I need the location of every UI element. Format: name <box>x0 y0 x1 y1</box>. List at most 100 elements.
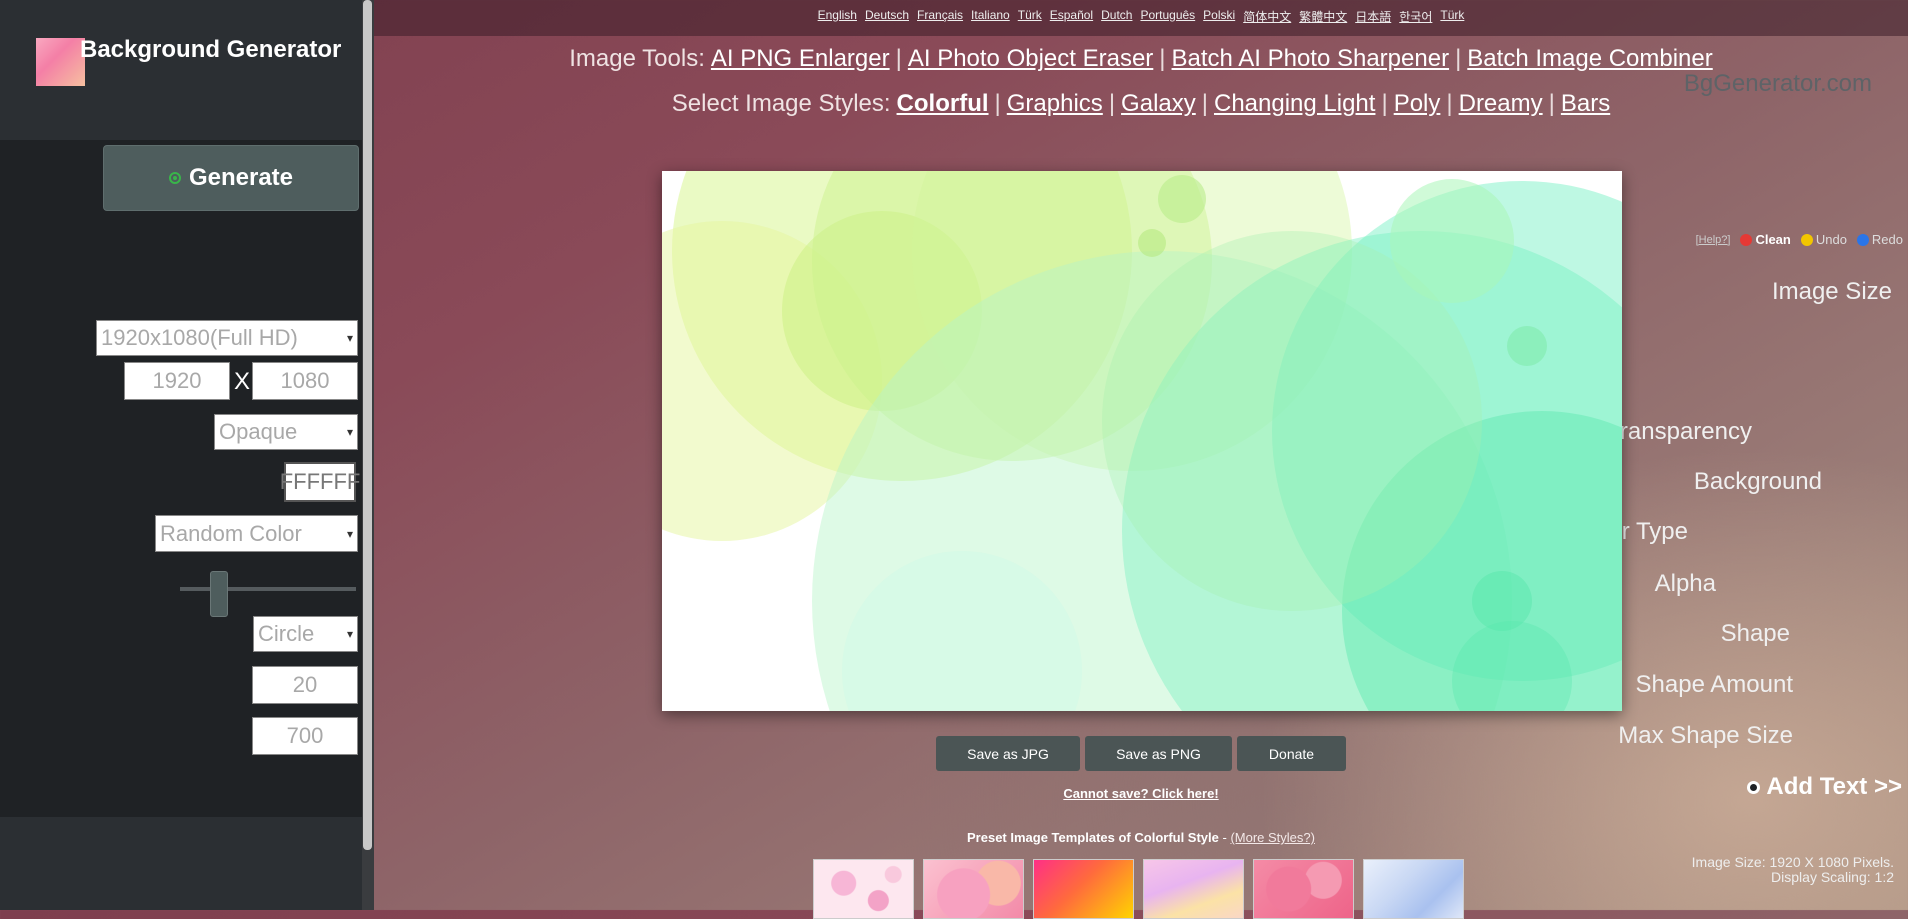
chevron-down-icon: ▾ <box>346 425 353 439</box>
link-separator: | <box>994 90 1001 117</box>
preset-thumbnail[interactable] <box>1033 859 1134 919</box>
tool-link-png-enlarger[interactable]: AI PNG Enlarger <box>711 45 890 73</box>
style-link-changing-light[interactable]: Changing Light <box>1214 90 1375 118</box>
preset-thumbnails <box>813 859 1464 919</box>
shape-select[interactable]: Circle ▾ <box>253 616 358 652</box>
height-input[interactable]: 1080 <box>252 362 358 400</box>
cannot-save-link[interactable]: Cannot save? Click here! <box>374 786 1908 801</box>
help-link[interactable]: [Help?] <box>1696 234 1731 246</box>
preset-thumbnail[interactable] <box>1253 859 1354 919</box>
link-separator: | <box>1159 45 1166 72</box>
image-styles-label: Select Image Styles: <box>671 90 891 117</box>
transparency-label: Transparency <box>1606 418 1752 445</box>
language-links: English Deutsch Français Italiano Türk E… <box>374 8 1908 25</box>
donate-button[interactable]: Donate <box>1237 736 1346 771</box>
alpha-label: Alpha <box>1654 570 1716 597</box>
tool-link-photo-sharpener[interactable]: Batch AI Photo Sharpener <box>1172 45 1450 73</box>
footer-image-size: Image Size: 1920 X 1080 Pixels. <box>1691 854 1894 870</box>
clean-icon <box>1740 233 1753 246</box>
language-link[interactable]: 한국어 <box>1399 8 1432 25</box>
sidebar-scroll-thumb[interactable] <box>363 0 372 850</box>
image-tools-label: Image Tools: <box>569 45 705 72</box>
link-separator: | <box>895 45 902 72</box>
language-link[interactable]: Italiano <box>971 8 1010 25</box>
image-size-value: 1920x1080(Full HD) <box>101 325 298 350</box>
generate-button[interactable]: Generate <box>103 145 359 211</box>
language-link[interactable]: 日本語 <box>1355 8 1391 25</box>
link-separator: | <box>1455 45 1462 72</box>
chevron-down-icon: ▾ <box>346 526 353 541</box>
link-separator: | <box>1201 90 1208 117</box>
more-styles-link[interactable]: (More Styles?) <box>1230 830 1315 845</box>
transparency-select[interactable]: Opaque ▾ <box>214 414 358 450</box>
style-link-bars[interactable]: Bars <box>1561 90 1610 118</box>
transparency-value: Opaque <box>219 419 298 444</box>
background-color-input[interactable]: FFFFFF <box>280 462 360 502</box>
style-link-colorful[interactable]: Colorful <box>897 90 989 118</box>
size-separator: X <box>234 368 251 395</box>
generated-image-canvas[interactable] <box>662 171 1622 711</box>
preset-thumbnail[interactable] <box>1143 859 1244 919</box>
sidebar-footer <box>0 817 362 910</box>
language-link[interactable]: Deutsch <box>865 8 909 25</box>
edit-actions: [Help?] Clean Undo Redo <box>1696 232 1903 247</box>
link-separator: | <box>1548 90 1555 117</box>
save-actions: Save as JPG Save as PNG Donate <box>374 736 1908 771</box>
style-link-dreamy[interactable]: Dreamy <box>1459 90 1543 118</box>
chevron-down-icon: ▾ <box>346 331 353 345</box>
style-link-galaxy[interactable]: Galaxy <box>1121 90 1196 118</box>
language-link[interactable]: Dutch <box>1101 8 1132 25</box>
alpha-slider-handle[interactable] <box>210 571 228 617</box>
shape-amount-label: Shape Amount <box>1635 671 1793 698</box>
preset-thumbnail[interactable] <box>813 859 914 919</box>
preset-thumbnail[interactable] <box>1363 859 1464 919</box>
brand-title[interactable]: Background Generator <box>80 36 341 64</box>
language-link[interactable]: Türk <box>1440 8 1464 25</box>
shape-amount-input[interactable]: 20 <box>252 666 358 704</box>
generated-image <box>662 171 1622 711</box>
tool-link-image-combiner[interactable]: Batch Image Combiner <box>1467 45 1712 73</box>
image-tools-row: Image Tools: AI PNG Enlarger | AI Photo … <box>374 45 1908 73</box>
link-separator: | <box>1108 90 1116 117</box>
clean-label: Clean <box>1755 232 1791 247</box>
undo-button[interactable]: Undo <box>1800 232 1847 247</box>
color-type-select[interactable]: Random Color ▾ <box>155 515 358 552</box>
width-input[interactable]: 1920 <box>124 362 230 400</box>
footer-display-scaling: Display Scaling: 1:2 <box>1771 869 1894 885</box>
save-png-button[interactable]: Save as PNG <box>1085 736 1232 771</box>
tool-link-object-eraser[interactable]: AI Photo Object Eraser <box>908 45 1153 73</box>
language-link[interactable]: Español <box>1050 8 1093 25</box>
language-link[interactable]: Português <box>1140 8 1195 25</box>
link-separator: | <box>1381 90 1388 117</box>
max-shape-size-input[interactable]: 700 <box>252 717 358 755</box>
style-link-graphics[interactable]: Graphics <box>1007 90 1103 118</box>
language-link[interactable]: English <box>818 8 857 25</box>
language-link[interactable]: 繁體中文 <box>1299 8 1347 25</box>
redo-button[interactable]: Redo <box>1856 232 1903 247</box>
color-type-value: Random Color <box>160 520 302 546</box>
generate-icon <box>168 172 181 184</box>
alpha-slider-track[interactable] <box>180 587 356 591</box>
language-link[interactable]: 简体中文 <box>1243 8 1291 25</box>
style-link-poly[interactable]: Poly <box>1394 90 1441 118</box>
shape-value: Circle <box>258 621 315 646</box>
image-size-label: Image Size <box>1771 278 1892 305</box>
language-link[interactable]: Français <box>917 8 963 25</box>
image-size-select[interactable]: 1920x1080(Full HD) ▾ <box>96 320 358 356</box>
language-link[interactable]: Türk <box>1018 8 1042 25</box>
preset-templates-heading: Preset Image Templates of Colorful Style… <box>374 830 1908 845</box>
clean-button[interactable]: Clean <box>1740 232 1791 247</box>
undo-label: Undo <box>1815 232 1847 247</box>
background-label: Background <box>1693 468 1822 495</box>
redo-icon <box>1856 233 1869 246</box>
preset-title: Preset Image Templates of Colorful Style <box>967 830 1219 845</box>
preset-thumbnail[interactable] <box>923 859 1024 919</box>
chevron-down-icon: ▾ <box>346 627 353 641</box>
undo-icon <box>1800 233 1813 246</box>
language-link[interactable]: Polski <box>1203 8 1235 25</box>
save-jpg-button[interactable]: Save as JPG <box>936 736 1080 771</box>
link-separator: | <box>1446 90 1453 117</box>
shape-label: Shape <box>1720 620 1790 647</box>
logo-icon[interactable] <box>36 38 85 86</box>
generate-label: Generate <box>188 164 294 191</box>
